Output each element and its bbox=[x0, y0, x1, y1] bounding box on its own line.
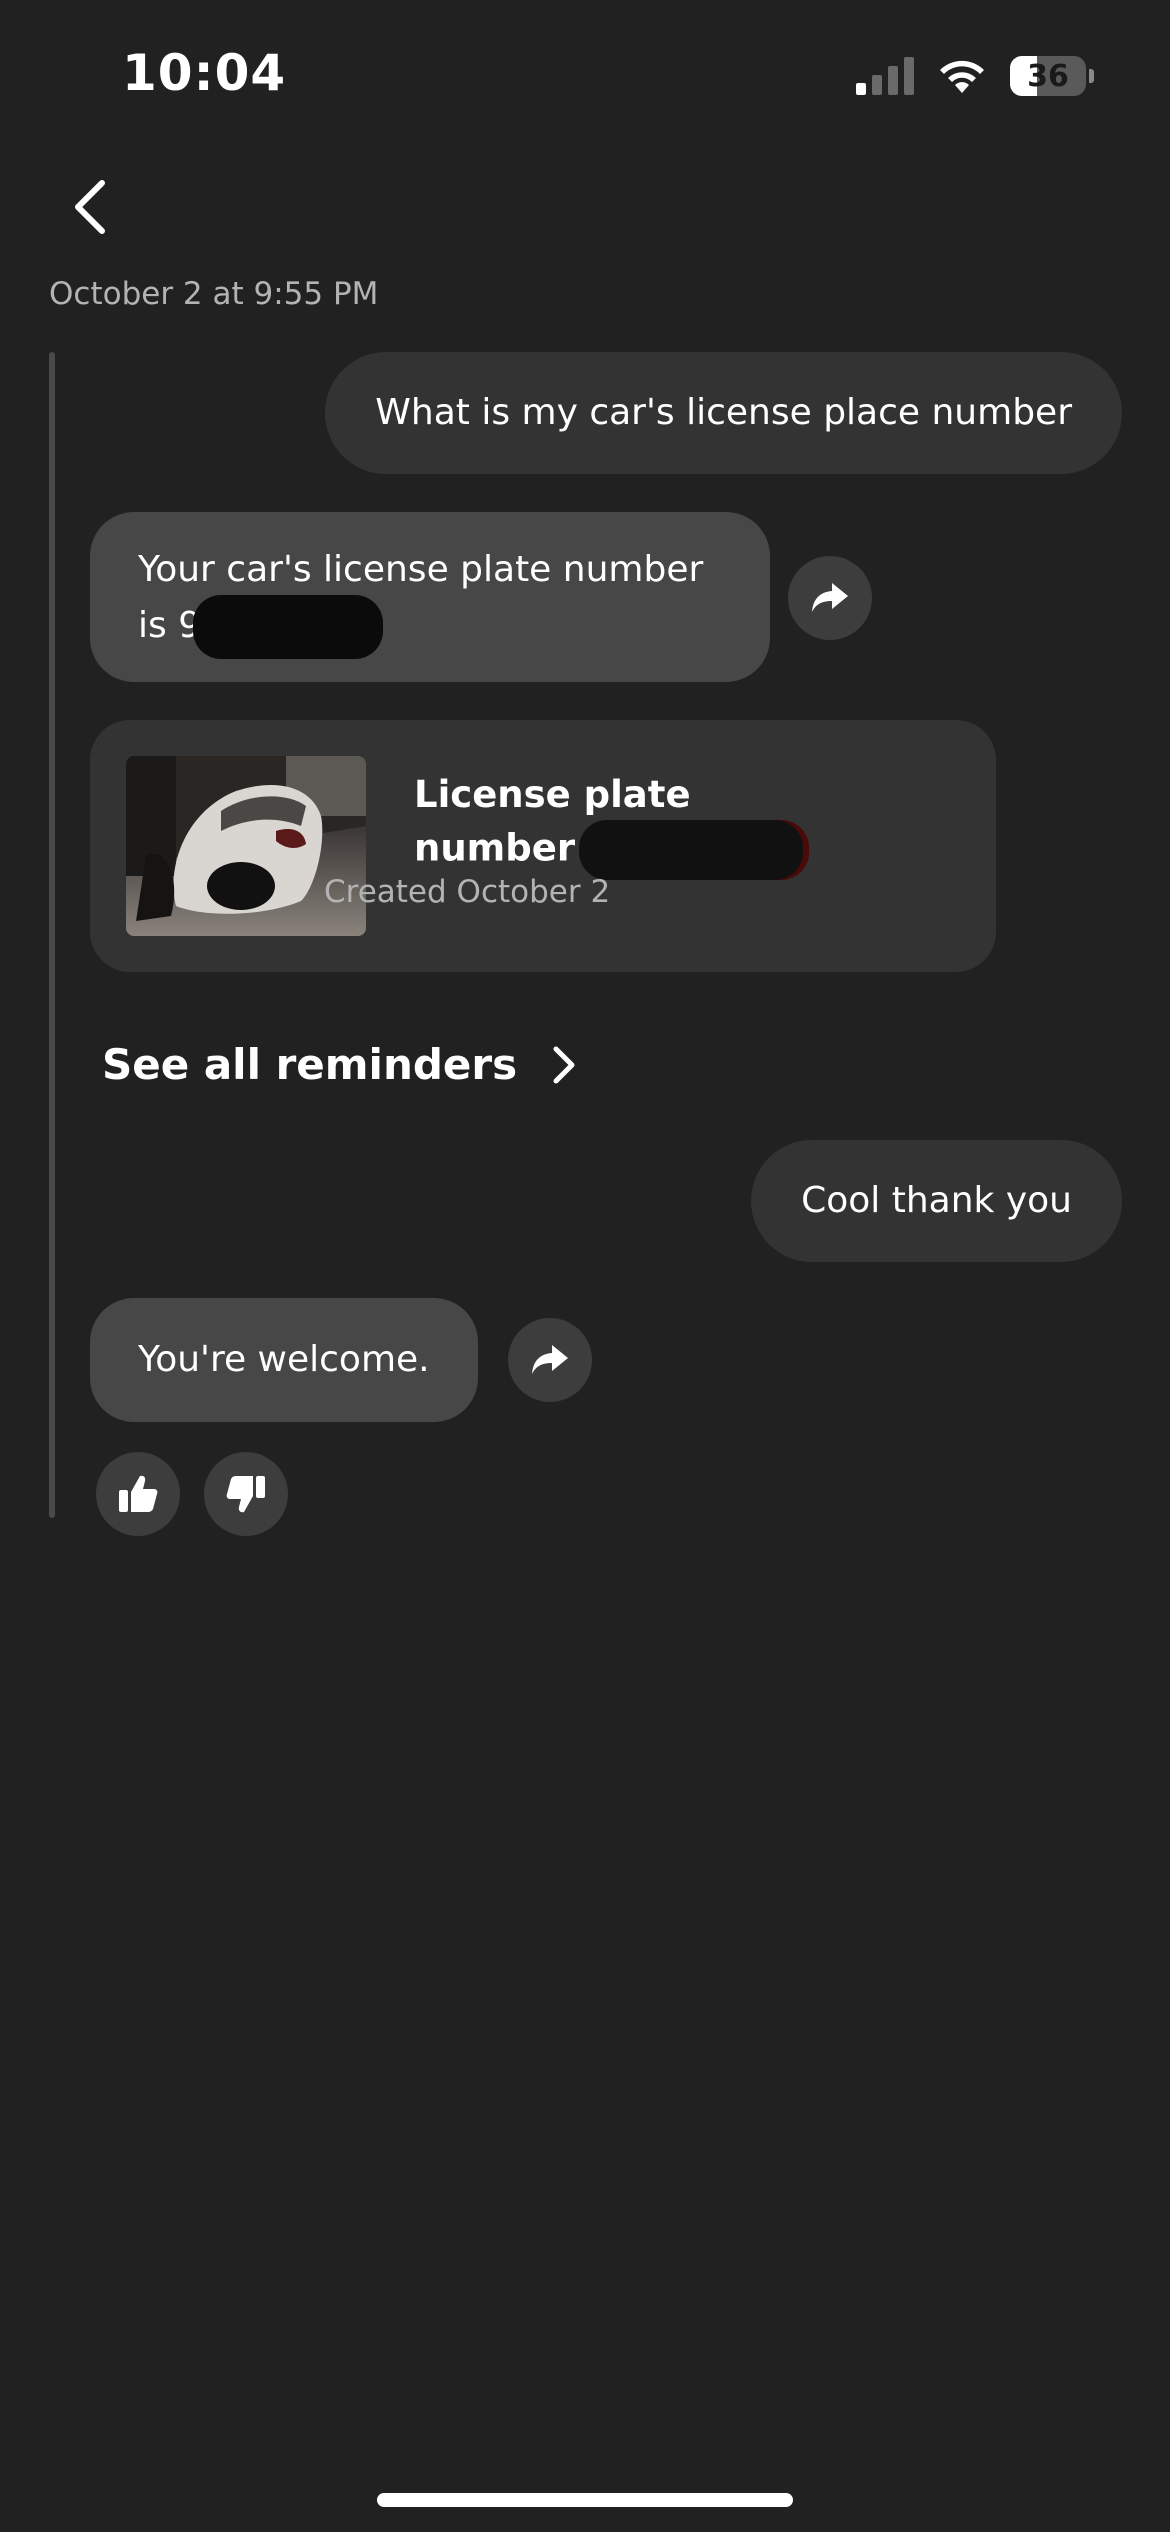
chevron-right-icon bbox=[553, 1046, 575, 1083]
wifi-icon bbox=[940, 60, 984, 93]
message-text-line2: is 9 bbox=[138, 605, 202, 646]
message-text: What is my car's license place number bbox=[375, 392, 1072, 433]
see-all-label: See all reminders bbox=[102, 1040, 518, 1089]
message-text: Cool thank you bbox=[801, 1180, 1072, 1221]
cellular-signal-icon bbox=[856, 57, 914, 95]
thread-line bbox=[49, 352, 55, 1518]
share-arrow-icon bbox=[812, 583, 848, 612]
redaction-mark bbox=[579, 820, 810, 880]
home-indicator[interactable] bbox=[377, 2493, 793, 2507]
redaction-mark bbox=[193, 595, 384, 659]
reminder-title-line2: number bbox=[414, 826, 576, 870]
user-message[interactable]: What is my car's license place number bbox=[325, 352, 1122, 474]
like-button[interactable] bbox=[96, 1452, 180, 1536]
reminder-title-line1: License plate bbox=[414, 773, 691, 816]
assistant-message[interactable]: You're welcome. bbox=[90, 1298, 478, 1422]
message-text-line1: Your car's license plate number bbox=[138, 549, 704, 590]
user-message[interactable]: Cool thank you bbox=[751, 1140, 1122, 1262]
assistant-message[interactable]: Your car's license plate number is 9 bbox=[90, 512, 770, 682]
conversation-timestamp: October 2 at 9:55 PM bbox=[49, 276, 379, 312]
share-button[interactable] bbox=[788, 556, 872, 640]
reminder-created-date: Created October 2 bbox=[324, 874, 611, 910]
status-time: 10:04 bbox=[122, 44, 287, 102]
thumbs-down-icon bbox=[226, 1476, 265, 1513]
thumbs-up-icon bbox=[119, 1475, 158, 1512]
dislike-button[interactable] bbox=[204, 1452, 288, 1536]
reminder-card[interactable]: License plate number bbox=[90, 720, 996, 972]
share-button[interactable] bbox=[508, 1318, 592, 1402]
reminder-title: License plate number bbox=[414, 770, 834, 880]
battery-icon: 36 bbox=[1010, 56, 1094, 96]
message-text: You're welcome. bbox=[138, 1339, 430, 1380]
status-icons: 36 bbox=[856, 56, 1094, 96]
share-arrow-icon bbox=[532, 1345, 568, 1374]
battery-level: 36 bbox=[1027, 58, 1069, 94]
chevron-left-icon bbox=[75, 180, 105, 234]
back-button[interactable] bbox=[60, 172, 120, 242]
see-all-reminders-link[interactable]: See all reminders bbox=[102, 1040, 577, 1089]
